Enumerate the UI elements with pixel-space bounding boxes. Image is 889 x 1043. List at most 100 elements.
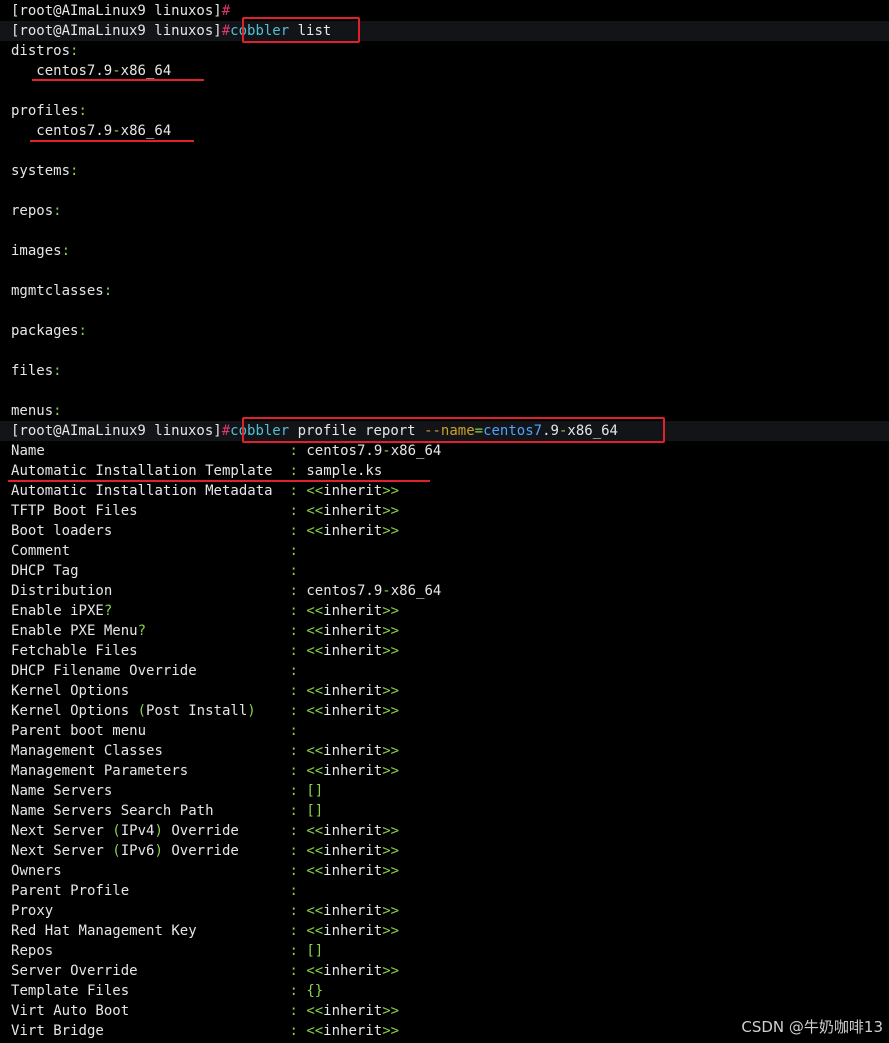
- report-value: []: [306, 943, 324, 959]
- report-value: inherit: [323, 863, 383, 879]
- report-separator: :: [289, 663, 298, 679]
- report-row: DHCP Filename Override :: [11, 661, 306, 681]
- report-separator: :: [289, 783, 298, 799]
- report-separator: :: [289, 643, 298, 659]
- report-value: {}: [306, 983, 324, 999]
- terminal-window[interactable]: [root@AImaLinux9 linuxos]# [root@AImaLinu…: [0, 0, 889, 1043]
- report-separator: :: [289, 803, 298, 819]
- report-separator: :: [289, 1023, 298, 1039]
- inherit-close: >>: [382, 703, 400, 719]
- report-separator: :: [289, 963, 298, 979]
- report-row: Proxy : <<inherit>>: [11, 901, 399, 921]
- prompt-hash: #: [221, 423, 231, 439]
- prompt-line: [root@AImaLinux9 linuxos]#: [11, 1, 230, 21]
- report-separator: :: [289, 623, 298, 639]
- report-separator: :: [289, 543, 298, 559]
- inherit-close: >>: [382, 1023, 400, 1039]
- report-row: DHCP Tag :: [11, 561, 306, 581]
- report-row: Red Hat Management Key : <<inherit>>: [11, 921, 399, 941]
- inherit-close: >>: [382, 603, 400, 619]
- colon: :: [70, 163, 79, 179]
- colon: :: [78, 323, 87, 339]
- report-key: Automatic Installation Template: [11, 463, 273, 479]
- report-key: TFTP Boot Files: [11, 503, 138, 519]
- inherit-open: <<: [306, 823, 324, 839]
- inherit-open: <<: [306, 1003, 324, 1019]
- highlight-box-cobbler-list: [242, 17, 360, 43]
- report-value: inherit: [323, 843, 383, 859]
- inherit-close: >>: [382, 923, 400, 939]
- report-value: inherit: [323, 963, 383, 979]
- prompt-hash: #: [221, 23, 231, 39]
- report-key: Management Classes: [11, 743, 163, 759]
- inherit-open: <<: [306, 703, 324, 719]
- section-label: images: [11, 243, 62, 259]
- report-key: DHCP Tag: [11, 563, 79, 579]
- report-key: Virt Auto Boot: [11, 1003, 130, 1019]
- report-key: Server Override: [11, 963, 138, 979]
- report-separator: :: [289, 683, 298, 699]
- section-profiles: profiles:: [11, 101, 87, 121]
- report-value: inherit: [323, 763, 383, 779]
- report-separator: :: [289, 903, 298, 919]
- colon: :: [53, 363, 62, 379]
- section-label: profiles: [11, 103, 79, 119]
- report-key: Virt Bridge: [11, 1023, 104, 1039]
- report-value: inherit: [323, 483, 383, 499]
- section-label: files: [11, 363, 54, 379]
- colon: :: [53, 403, 62, 419]
- report-separator: :: [289, 603, 298, 619]
- inherit-close: >>: [382, 483, 400, 499]
- report-value: inherit: [323, 1003, 383, 1019]
- report-separator: :: [289, 583, 298, 599]
- report-separator: :: [289, 563, 298, 579]
- report-row: Management Classes : <<inherit>>: [11, 741, 399, 761]
- inherit-open: <<: [306, 603, 324, 619]
- report-separator: :: [289, 843, 298, 859]
- shell-prompt: [root@AImaLinux9 linuxos]: [11, 3, 222, 19]
- inherit-open: <<: [306, 683, 324, 699]
- report-key: Repos: [11, 943, 54, 959]
- report-row: Template Files : {}: [11, 981, 323, 1001]
- colon: :: [78, 103, 87, 119]
- report-key: Fetchable Files: [11, 643, 138, 659]
- report-separator: :: [289, 863, 298, 879]
- inherit-close: >>: [382, 763, 400, 779]
- report-separator: :: [289, 923, 298, 939]
- report-value: inherit: [323, 923, 383, 939]
- report-row: Next Server (IPv6) Override : <<inherit>…: [11, 841, 399, 861]
- section-distros: distros:: [11, 41, 78, 61]
- report-value: sample.ks: [306, 463, 383, 479]
- inherit-close: >>: [382, 523, 400, 539]
- report-row: Management Parameters : <<inherit>>: [11, 761, 399, 781]
- report-key: Kernel Options: [11, 683, 130, 699]
- inherit-close: >>: [382, 643, 400, 659]
- report-separator: :: [289, 463, 298, 479]
- inherit-open: <<: [306, 523, 324, 539]
- report-row: Kernel Options : <<inherit>>: [11, 681, 399, 701]
- section-label: mgmtclasses: [11, 283, 104, 299]
- report-separator: :: [289, 983, 298, 999]
- report-key: Name Servers: [11, 783, 113, 799]
- report-value: inherit: [323, 603, 383, 619]
- report-separator: :: [289, 743, 298, 759]
- report-row: Parent Profile :: [11, 881, 306, 901]
- colon: :: [61, 243, 71, 259]
- report-key: Comment: [11, 543, 71, 559]
- report-separator: :: [289, 763, 298, 779]
- report-row: Repos : []: [11, 941, 323, 961]
- report-value: inherit: [323, 903, 383, 919]
- report-separator: :: [289, 883, 298, 899]
- prompt-hash: #: [221, 3, 231, 19]
- inherit-close: >>: [382, 863, 400, 879]
- section-mgmtclasses: mgmtclasses:: [11, 281, 112, 301]
- report-row: Virt Bridge : <<inherit>>: [11, 1021, 399, 1041]
- underline-distro: [32, 79, 204, 81]
- report-value: []: [306, 783, 324, 799]
- report-separator: :: [289, 483, 298, 499]
- report-row: Server Override : <<inherit>>: [11, 961, 399, 981]
- report-separator: :: [289, 443, 298, 459]
